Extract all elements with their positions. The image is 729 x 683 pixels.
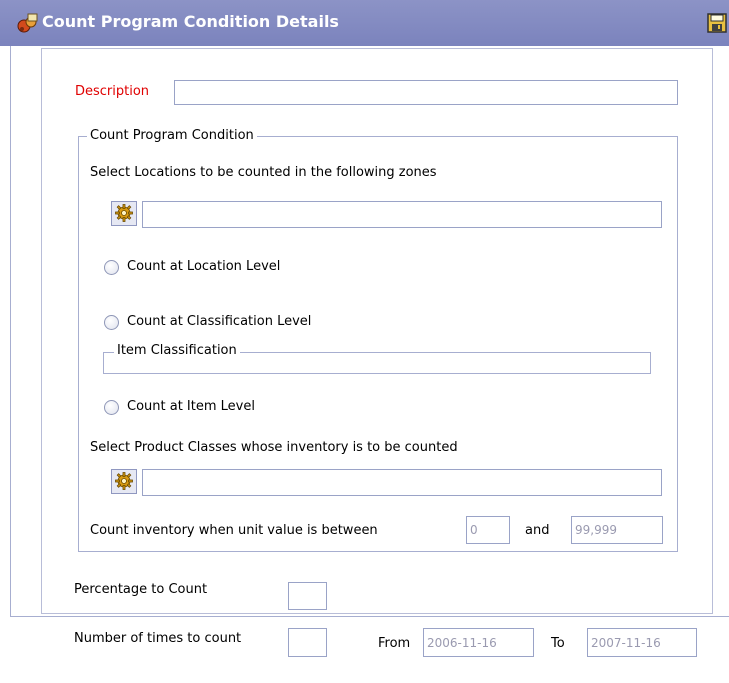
radio-classification-level[interactable] [104,315,119,330]
percentage-input[interactable] [288,582,327,610]
radio-location-level-label: Count at Location Level [127,259,281,274]
title-bar: Count Program Condition Details [0,0,729,46]
description-input[interactable] [174,80,678,105]
unit-value-max-input[interactable] [571,516,663,544]
condition-group-legend: Count Program Condition [87,128,257,143]
to-date-input[interactable] [587,628,697,657]
and-label: and [525,523,550,538]
times-input[interactable] [288,628,327,657]
gear-icon [115,472,133,490]
radio-item-level-label: Count at Item Level [127,399,255,414]
radio-location-level[interactable] [104,260,119,275]
radio-classification-level-label: Count at Classification Level [127,314,312,329]
product-classes-field[interactable] [142,469,662,496]
gear-icon [115,204,133,222]
product-classes-lookup-button[interactable] [111,469,137,494]
item-classification-legend: Item Classification [114,343,240,358]
radio-item-level[interactable] [104,400,119,415]
from-label: From [378,636,411,651]
times-label: Number of times to count [74,631,242,646]
count-program-icon [16,12,40,34]
description-label: Description [75,84,150,99]
percentage-label: Percentage to Count [74,582,208,597]
to-label: To [551,636,565,651]
unit-value-min-input[interactable] [466,516,510,544]
save-icon[interactable] [706,12,728,34]
zones-field[interactable] [142,201,662,228]
product-classes-label: Select Product Classes whose inventory i… [90,440,458,455]
zones-label: Select Locations to be counted in the fo… [90,165,437,180]
window-title: Count Program Condition Details [42,12,339,31]
from-date-input[interactable] [423,628,534,657]
unit-value-label: Count inventory when unit value is betwe… [90,523,378,538]
zones-lookup-button[interactable] [111,201,137,226]
